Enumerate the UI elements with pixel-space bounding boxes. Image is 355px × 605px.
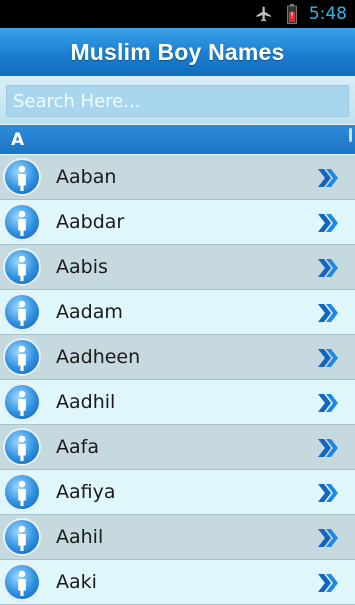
list-item-label: Aadhil [56, 391, 116, 413]
list-item-label: Aabdar [56, 211, 125, 233]
list-item[interactable]: Aadhil [0, 380, 355, 425]
search-input[interactable] [6, 85, 349, 117]
page-title: Muslim Boy Names [70, 38, 285, 65]
list-item-label: Aadam [56, 301, 123, 323]
person-icon [5, 520, 39, 554]
chevron-right-icon[interactable] [316, 168, 340, 188]
chevron-right-icon[interactable] [316, 258, 340, 278]
person-icon [5, 160, 39, 194]
list-item[interactable]: Aaki [0, 560, 355, 605]
person-icon [5, 340, 39, 374]
person-icon [5, 385, 39, 419]
person-icon [5, 430, 39, 464]
person-icon [5, 295, 39, 329]
list-item[interactable]: Aafa [0, 425, 355, 470]
person-icon [5, 565, 39, 599]
chevron-right-icon[interactable] [316, 213, 340, 233]
list-item[interactable]: Aabdar [0, 200, 355, 245]
list-item[interactable]: Aaban [0, 155, 355, 200]
battery-low-icon: ! [281, 3, 303, 25]
list-item-label: Aaban [56, 166, 117, 188]
status-time: 5:48 [308, 4, 347, 24]
person-icon [5, 205, 39, 239]
person-icon [5, 475, 39, 509]
list-item[interactable]: Aadam [0, 290, 355, 335]
chevron-right-icon[interactable] [316, 393, 340, 413]
chevron-right-icon[interactable] [316, 438, 340, 458]
list-item-label: Aadheen [56, 346, 141, 368]
list-item[interactable]: Aabis [0, 245, 355, 290]
chevron-right-icon[interactable] [316, 573, 340, 593]
list-item[interactable]: Aafiya [0, 470, 355, 515]
search-bar [0, 76, 355, 124]
names-list: Aaban Aabdar Aabis Aadam Aadheen Aadhil Aafa Aa… [0, 155, 355, 605]
section-header-letter: A [0, 125, 355, 154]
list-item-label: Aafiya [56, 481, 116, 503]
list-item-label: Aabis [56, 256, 108, 278]
scrollbar-thumb[interactable] [349, 128, 352, 142]
chevron-right-icon[interactable] [316, 483, 340, 503]
list-item[interactable]: Aadheen [0, 335, 355, 380]
chevron-right-icon[interactable] [316, 303, 340, 323]
list-item-label: Aafa [56, 436, 99, 458]
list-item-label: Aaki [56, 571, 97, 593]
list-item[interactable]: Aahil [0, 515, 355, 560]
app-header: Muslim Boy Names [0, 28, 355, 76]
chevron-right-icon[interactable] [316, 348, 340, 368]
status-bar: ! 5:48 [0, 0, 355, 28]
list-item-label: Aahil [56, 526, 104, 548]
chevron-right-icon[interactable] [316, 528, 340, 548]
airplane-mode-icon [253, 3, 275, 25]
svg-text:!: ! [290, 11, 294, 21]
person-icon [5, 250, 39, 284]
